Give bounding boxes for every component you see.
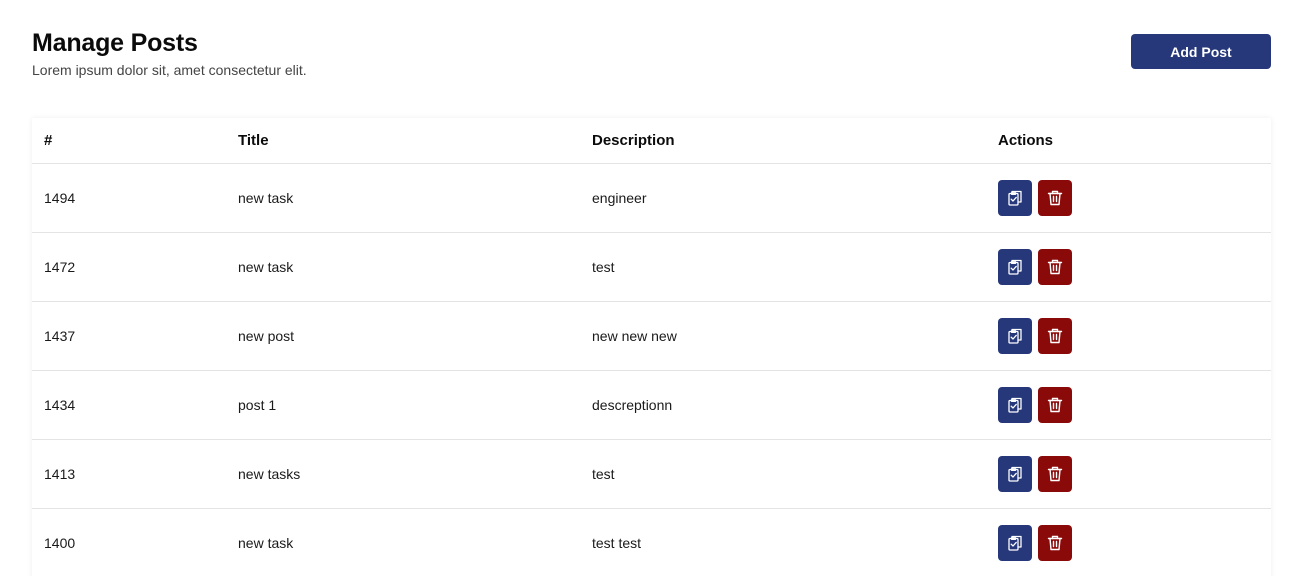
cell-title: new task bbox=[226, 508, 580, 576]
column-header-id: # bbox=[32, 118, 226, 164]
page-title: Manage Posts bbox=[32, 29, 198, 57]
cell-id: 1400 bbox=[32, 508, 226, 576]
clipboard-copy-icon bbox=[1006, 327, 1024, 345]
trash-icon bbox=[1046, 396, 1064, 414]
trash-icon bbox=[1046, 465, 1064, 483]
copy-post-button[interactable] bbox=[998, 180, 1032, 216]
clipboard-copy-icon bbox=[1006, 189, 1024, 207]
posts-table: # Title Description Actions 1494 new tas… bbox=[32, 118, 1271, 576]
copy-post-button[interactable] bbox=[998, 387, 1032, 423]
cell-title: new post bbox=[226, 301, 580, 371]
cell-description: descreptionn bbox=[580, 370, 986, 440]
cell-description: new new new bbox=[580, 301, 986, 371]
column-header-title: Title bbox=[226, 118, 580, 164]
manage-posts-page: Manage Posts Lorem ipsum dolor sit, amet… bbox=[0, 0, 1290, 576]
delete-post-button[interactable] bbox=[1038, 387, 1072, 423]
cell-id: 1413 bbox=[32, 439, 226, 509]
cell-title: post 1 bbox=[226, 370, 580, 440]
clipboard-copy-icon bbox=[1006, 465, 1024, 483]
trash-icon bbox=[1046, 534, 1064, 552]
table-row: 1413 new tasks test bbox=[32, 439, 1271, 509]
clipboard-copy-icon bbox=[1006, 258, 1024, 276]
add-post-button[interactable]: Add Post bbox=[1131, 34, 1271, 69]
posts-table-card: # Title Description Actions 1494 new tas… bbox=[32, 118, 1271, 576]
cell-description: test bbox=[580, 439, 986, 509]
cell-actions bbox=[986, 439, 1271, 509]
cell-actions bbox=[986, 232, 1271, 302]
cell-actions bbox=[986, 301, 1271, 371]
row-actions bbox=[998, 180, 1271, 216]
row-actions bbox=[998, 387, 1271, 423]
table-row: 1472 new task test bbox=[32, 232, 1271, 302]
cell-description: test test bbox=[580, 508, 986, 576]
cell-actions bbox=[986, 370, 1271, 440]
row-actions bbox=[998, 525, 1271, 561]
cell-title: new task bbox=[226, 232, 580, 302]
page-header: Manage Posts Lorem ipsum dolor sit, amet… bbox=[32, 28, 307, 79]
clipboard-copy-icon bbox=[1006, 396, 1024, 414]
delete-post-button[interactable] bbox=[1038, 318, 1072, 354]
delete-post-button[interactable] bbox=[1038, 525, 1072, 561]
cell-id: 1494 bbox=[32, 163, 226, 233]
delete-post-button[interactable] bbox=[1038, 180, 1072, 216]
cell-actions bbox=[986, 163, 1271, 233]
cell-title: new task bbox=[226, 163, 580, 233]
table-row: 1437 new post new new new bbox=[32, 301, 1271, 371]
table-body: 1494 new task engineer 1472 new task tes… bbox=[32, 163, 1271, 576]
trash-icon bbox=[1046, 189, 1064, 207]
table-row: 1494 new task engineer bbox=[32, 163, 1271, 233]
delete-post-button[interactable] bbox=[1038, 249, 1072, 285]
copy-post-button[interactable] bbox=[998, 525, 1032, 561]
copy-post-button[interactable] bbox=[998, 249, 1032, 285]
cell-id: 1472 bbox=[32, 232, 226, 302]
delete-post-button[interactable] bbox=[1038, 456, 1072, 492]
table-row: 1434 post 1 descreptionn bbox=[32, 370, 1271, 440]
cell-actions bbox=[986, 508, 1271, 576]
clipboard-copy-icon bbox=[1006, 534, 1024, 552]
cell-id: 1434 bbox=[32, 370, 226, 440]
cell-description: engineer bbox=[580, 163, 986, 233]
table-header-row: # Title Description Actions bbox=[32, 118, 1271, 164]
cell-description: test bbox=[580, 232, 986, 302]
column-header-description: Description bbox=[580, 118, 986, 164]
page-subtitle: Lorem ipsum dolor sit, amet consectetur … bbox=[32, 62, 307, 78]
row-actions bbox=[998, 249, 1271, 285]
copy-post-button[interactable] bbox=[998, 318, 1032, 354]
cell-id: 1437 bbox=[32, 301, 226, 371]
cell-title: new tasks bbox=[226, 439, 580, 509]
row-actions bbox=[998, 456, 1271, 492]
trash-icon bbox=[1046, 258, 1064, 276]
column-header-actions: Actions bbox=[986, 118, 1271, 164]
row-actions bbox=[998, 318, 1271, 354]
copy-post-button[interactable] bbox=[998, 456, 1032, 492]
trash-icon bbox=[1046, 327, 1064, 345]
table-row: 1400 new task test test bbox=[32, 508, 1271, 576]
